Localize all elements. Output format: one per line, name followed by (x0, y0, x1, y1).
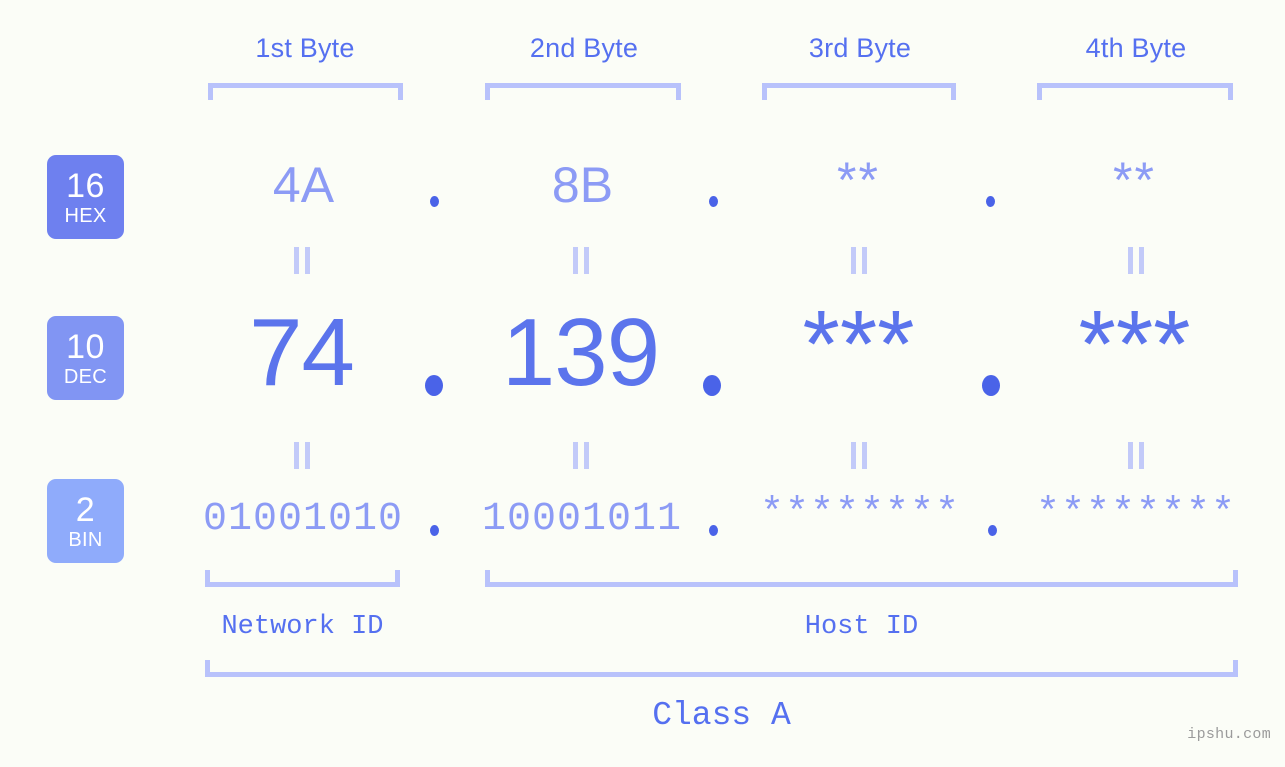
class-bracket (205, 660, 1238, 677)
byte-header-2: 2nd Byte (529, 33, 639, 63)
dec-byte-1-value: 74 (249, 299, 355, 406)
dec-separator-dot-1 (425, 375, 443, 396)
class-label: Class A (652, 697, 791, 734)
equality-symbol-hex-dec-1 (294, 247, 310, 274)
base-badge-bin-name: BIN (68, 528, 103, 551)
hex-byte-1-value: 4A (272, 157, 335, 213)
equality-symbol-dec-bin-1 (294, 442, 310, 469)
dec-byte-3-value: *** (802, 291, 915, 398)
bin-byte-3-value: ******** (760, 492, 961, 537)
equality-symbol-dec-bin-3 (851, 442, 867, 469)
dec-separator-dot-2 (703, 375, 721, 396)
base-badge-dec-name: DEC (63, 365, 108, 388)
byte-header-4: 4th Byte (1085, 33, 1187, 63)
base-badge-hex-name: HEX (64, 204, 107, 227)
hex-separator-dot-2 (709, 196, 718, 207)
hex-separator-dot-3 (986, 196, 995, 207)
byte-bracket-2 (485, 83, 681, 100)
bin-byte-4-value: ******** (1036, 492, 1237, 537)
dec-byte-4-value: *** (1078, 291, 1191, 398)
bin-separator-dot-3 (988, 525, 997, 536)
equality-symbol-hex-dec-2 (573, 247, 589, 274)
host-id-label: Host ID (804, 612, 919, 642)
hex-byte-2-value: 8B (551, 157, 614, 213)
bin-separator-dot-1 (430, 525, 439, 536)
equality-symbol-hex-dec-3 (851, 247, 867, 274)
equality-symbol-dec-bin-2 (573, 442, 589, 469)
bin-separator-dot-2 (709, 525, 718, 536)
base-badge-hex-number: 16 (66, 166, 105, 205)
base-badge-hex: 16 HEX (47, 155, 124, 239)
byte-bracket-1 (208, 83, 403, 100)
byte-bracket-3 (762, 83, 956, 100)
hex-byte-4-value: ** (1113, 152, 1156, 208)
dec-separator-dot-3 (982, 375, 1000, 396)
equality-symbol-dec-bin-4 (1128, 442, 1144, 469)
network-id-label: Network ID (221, 612, 384, 642)
watermark: ipshu.com (1187, 726, 1271, 743)
ip-address-breakdown-diagram: 1st Byte 2nd Byte 3rd Byte 4th Byte 16 H… (0, 0, 1285, 767)
base-badge-dec-number: 10 (66, 327, 105, 366)
bin-byte-2-value: 10001011 (482, 497, 683, 542)
hex-byte-3-value: ** (837, 152, 880, 208)
base-badge-bin: 2 BIN (47, 479, 124, 563)
byte-bracket-4 (1037, 83, 1233, 100)
base-badge-bin-number: 2 (75, 490, 96, 529)
base-badge-dec: 10 DEC (47, 316, 124, 400)
dec-byte-2-value: 139 (501, 299, 660, 406)
byte-header-1: 1st Byte (255, 33, 355, 63)
byte-header-3: 3rd Byte (808, 33, 912, 63)
network-id-bracket (205, 570, 400, 587)
hex-separator-dot-1 (430, 196, 439, 207)
bin-byte-1-value: 01001010 (203, 497, 404, 542)
equality-symbol-hex-dec-4 (1128, 247, 1144, 274)
host-id-bracket (485, 570, 1238, 587)
